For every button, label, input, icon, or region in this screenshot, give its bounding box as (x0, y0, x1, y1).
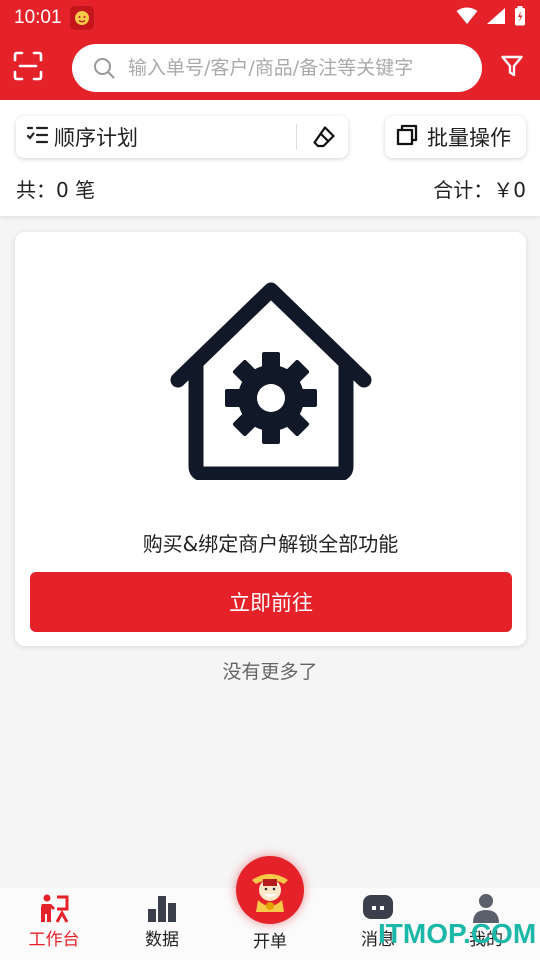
copy-icon (395, 123, 419, 151)
unlock-card: 购买&绑定商户解锁全部功能 立即前往 (15, 232, 526, 646)
battery-icon (514, 6, 526, 30)
scan-icon (13, 51, 43, 85)
divider (296, 124, 297, 150)
checklist-icon (26, 123, 50, 151)
batch-operation-button[interactable]: 批量操作 (385, 116, 526, 158)
nav-label-workbench: 工作台 (28, 930, 80, 950)
nav-label-create-order: 开单 (253, 932, 287, 952)
filter-button[interactable] (492, 48, 532, 88)
app-notification-icon (69, 6, 94, 30)
status-time: 10:01 (14, 7, 62, 28)
bar-chart-icon (148, 896, 176, 922)
status-bar: 10:01 (0, 0, 540, 36)
sequence-plan-button[interactable]: 顺序计划 (16, 116, 348, 158)
eraser-icon (313, 126, 335, 148)
watermark: ITMOP.COM (378, 918, 537, 949)
search-icon (92, 56, 116, 80)
order-total: 合计：￥0 (433, 177, 526, 202)
order-count: 共：0 笔 (16, 177, 96, 202)
mascot-icon (252, 874, 288, 912)
unlock-message: 购买&绑定商户解锁全部功能 (142, 532, 399, 556)
order-toolbar: 顺序计划 批量操作 共：0 笔 合计：￥0 (0, 100, 540, 216)
filter-icon (500, 54, 524, 82)
nav-label-data: 数据 (145, 930, 179, 950)
sequence-plan-label: 顺序计划 (54, 126, 138, 150)
search-bar[interactable] (72, 44, 482, 92)
workbench-icon (41, 894, 69, 923)
list-end-text: 没有更多了 (222, 661, 318, 683)
batch-operation-label: 批量操作 (427, 126, 511, 150)
nav-item-data[interactable]: 数据 (108, 888, 216, 960)
scan-button[interactable] (0, 36, 56, 100)
nav-item-workbench[interactable]: 工作台 (0, 888, 108, 960)
go-now-button[interactable]: 立即前往 (30, 572, 512, 632)
summary-row: 共：0 笔 合计：￥0 (16, 174, 526, 202)
signal-icon (486, 7, 506, 29)
wifi-icon (456, 7, 478, 29)
house-gear-icon (160, 280, 382, 482)
header (0, 36, 540, 100)
create-order-button[interactable] (236, 856, 304, 924)
search-input[interactable] (128, 57, 468, 79)
eraser-button[interactable] (306, 120, 342, 154)
